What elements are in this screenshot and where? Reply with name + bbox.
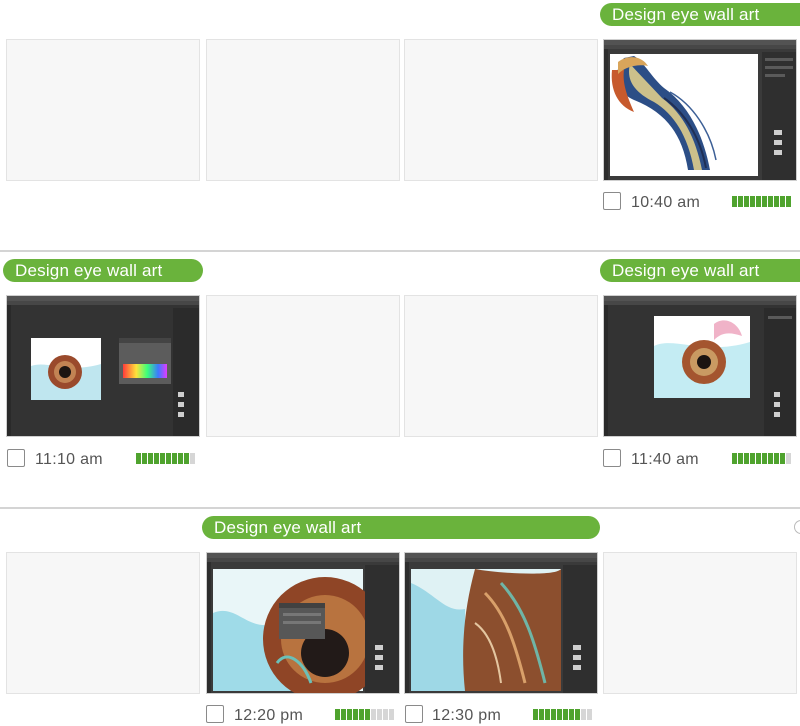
empty-slot <box>404 39 598 181</box>
screenshot-thumbnail-1230[interactable] <box>404 552 598 694</box>
activity-segment <box>359 709 364 720</box>
capture-time: 11:40 am <box>631 451 699 468</box>
screenshot-thumbnail-1220[interactable] <box>206 552 400 694</box>
activity-segment <box>762 453 767 464</box>
screenshot-thumbnail-1040[interactable] <box>603 39 797 181</box>
activity-segment <box>744 453 749 464</box>
capture-time: 12:30 pm <box>432 707 502 724</box>
activity-segment <box>353 709 358 720</box>
capture-time: 11:10 am <box>35 451 103 468</box>
activity-segment <box>551 709 556 720</box>
select-checkbox[interactable] <box>206 705 224 723</box>
activity-segment <box>786 196 791 207</box>
activity-segment <box>371 709 376 720</box>
activity-segment <box>160 453 165 464</box>
empty-slot <box>6 552 200 694</box>
activity-segment <box>335 709 340 720</box>
empty-slot <box>6 39 200 181</box>
session-label[interactable]: Design eye wall art <box>600 259 800 282</box>
activity-segment <box>341 709 346 720</box>
activity-segment <box>780 453 785 464</box>
activity-meter <box>136 453 195 464</box>
activity-segment <box>738 196 743 207</box>
session-label[interactable]: Design eye wall art <box>202 516 600 539</box>
activity-segment <box>136 453 141 464</box>
activity-segment <box>774 196 779 207</box>
activity-segment <box>768 453 773 464</box>
activity-segment <box>756 453 761 464</box>
activity-meter <box>533 709 592 720</box>
activity-segment <box>750 453 755 464</box>
empty-slot <box>206 295 400 437</box>
activity-segment <box>166 453 171 464</box>
activity-segment <box>738 453 743 464</box>
activity-meter <box>732 453 791 464</box>
select-checkbox[interactable] <box>405 705 423 723</box>
activity-segment <box>154 453 159 464</box>
activity-segment <box>383 709 388 720</box>
activity-segment <box>184 453 189 464</box>
screenshot-thumbnail-1110[interactable] <box>6 295 200 437</box>
activity-segment <box>178 453 183 464</box>
activity-segment <box>389 709 394 720</box>
activity-segment <box>557 709 562 720</box>
empty-slot <box>206 39 400 181</box>
empty-slot <box>603 552 797 694</box>
activity-segment <box>148 453 153 464</box>
activity-segment <box>756 196 761 207</box>
activity-segment <box>569 709 574 720</box>
activity-segment <box>377 709 382 720</box>
activity-segment <box>774 453 779 464</box>
session-label[interactable]: Design eye wall art <box>3 259 203 282</box>
select-checkbox[interactable] <box>603 192 621 210</box>
activity-segment <box>172 453 177 464</box>
session-label[interactable]: Design eye wall art <box>600 3 800 26</box>
activity-segment <box>365 709 370 720</box>
activity-segment <box>539 709 544 720</box>
screenshot-thumbnail-1140[interactable] <box>603 295 797 437</box>
activity-segment <box>762 196 767 207</box>
activity-meter <box>335 709 394 720</box>
row-divider <box>0 507 800 509</box>
empty-slot <box>404 295 598 437</box>
activity-segment <box>780 196 785 207</box>
activity-segment <box>190 453 195 464</box>
activity-segment <box>581 709 586 720</box>
select-checkbox[interactable] <box>603 449 621 467</box>
capture-time: 10:40 am <box>631 194 701 211</box>
activity-segment <box>786 453 791 464</box>
activity-segment <box>347 709 352 720</box>
activity-segment <box>768 196 773 207</box>
activity-segment <box>142 453 147 464</box>
activity-segment <box>732 196 737 207</box>
activity-meter <box>732 196 791 207</box>
activity-segment <box>732 453 737 464</box>
activity-segment <box>587 709 592 720</box>
select-checkbox[interactable] <box>7 449 25 467</box>
row-divider <box>0 250 800 252</box>
activity-segment <box>545 709 550 720</box>
activity-segment <box>750 196 755 207</box>
activity-segment <box>533 709 538 720</box>
capture-time: 12:20 pm <box>234 707 304 724</box>
scroll-edge-indicator <box>794 520 800 534</box>
activity-segment <box>744 196 749 207</box>
activity-segment <box>575 709 580 720</box>
activity-segment <box>563 709 568 720</box>
